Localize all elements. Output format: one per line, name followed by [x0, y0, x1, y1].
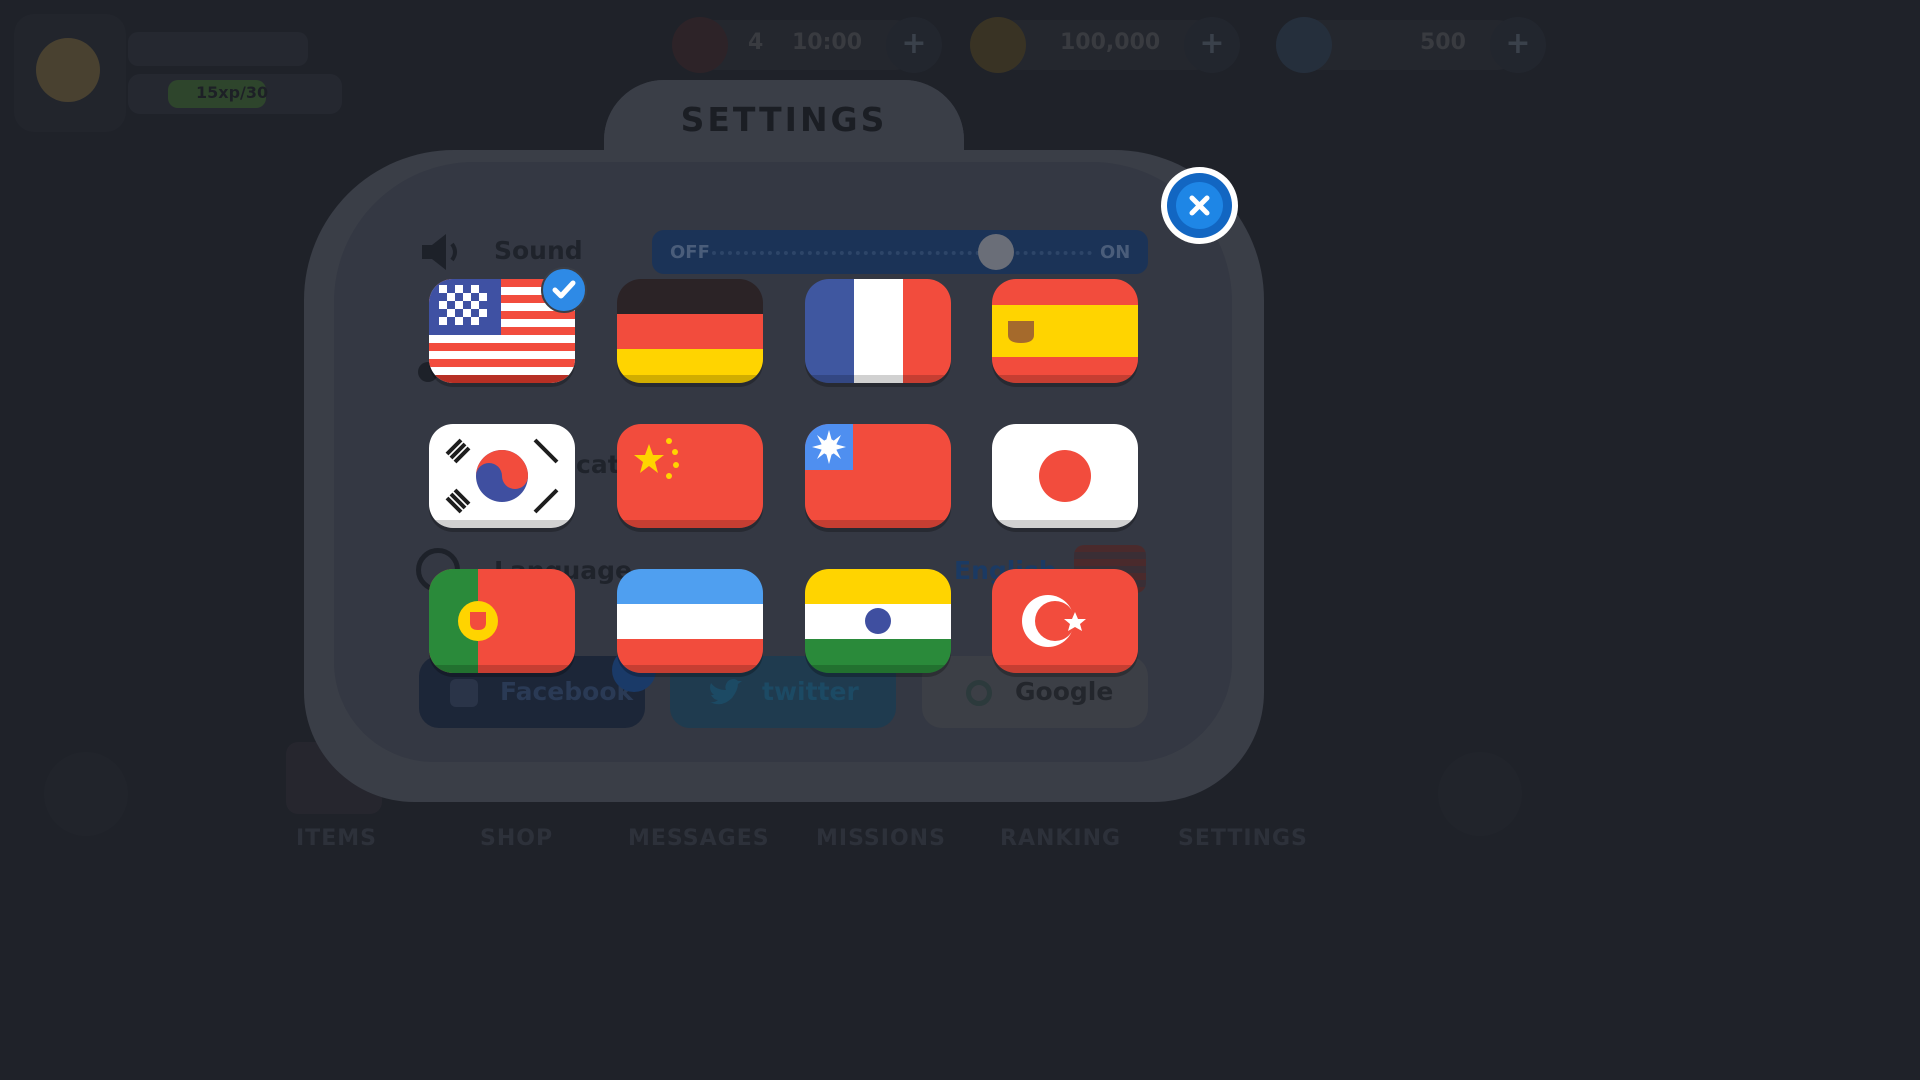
- add-lives-button[interactable]: +: [886, 17, 942, 73]
- check-icon: [552, 280, 576, 299]
- twitter-icon: [710, 679, 742, 705]
- twitter-label: twitter: [762, 677, 859, 706]
- turkey-flag-icon: [992, 569, 1138, 673]
- china-flag-icon: [617, 424, 763, 528]
- google-label: Google: [1015, 677, 1114, 706]
- nav-missions[interactable]: MISSIONS: [816, 826, 946, 851]
- sound-label: Sound: [494, 236, 583, 265]
- india-flag-icon: [805, 569, 951, 673]
- taiwan-flag-icon: [805, 424, 951, 528]
- flag-china[interactable]: [617, 424, 763, 528]
- close-icon: [1189, 195, 1210, 216]
- flag-india[interactable]: [805, 569, 951, 673]
- gems-amount: 500: [1420, 30, 1466, 55]
- facebook-corner-button[interactable]: [1438, 752, 1522, 836]
- profile-button[interactable]: [44, 752, 128, 836]
- gem-icon: [1276, 17, 1332, 73]
- france-flag-icon: [805, 279, 951, 383]
- flag-france[interactable]: [805, 279, 951, 383]
- facebook-label: Facebook: [500, 677, 634, 706]
- flag-turkey[interactable]: [992, 569, 1138, 673]
- nav-shop[interactable]: SHOP: [480, 826, 553, 851]
- toggle-off-label: OFF: [670, 242, 710, 263]
- nav-messages[interactable]: MESSAGES: [628, 826, 770, 851]
- toggle-knob[interactable]: [978, 234, 1014, 270]
- add-coins-button[interactable]: +: [1184, 17, 1240, 73]
- heart-icon: [672, 17, 728, 73]
- flag-japan[interactable]: [992, 424, 1138, 528]
- level-progress-text: 15xp/30: [196, 83, 269, 102]
- germany-flag-icon: [617, 279, 763, 383]
- flag-germany[interactable]: [617, 279, 763, 383]
- flag-serbia[interactable]: [617, 569, 763, 673]
- player-name-bar: [128, 32, 308, 66]
- speaker-icon: [422, 234, 457, 270]
- coins-amount: 100,000: [1060, 30, 1161, 55]
- facebook-icon: [450, 679, 478, 707]
- lives-count: 4: [748, 30, 764, 55]
- close-button-core: [1176, 182, 1223, 229]
- portugal-flag-icon: [429, 569, 575, 673]
- toggle-on-label: ON: [1100, 242, 1131, 263]
- flag-south-korea[interactable]: [429, 424, 575, 528]
- flag-portugal[interactable]: [429, 569, 575, 673]
- selected-checkmark: [541, 267, 587, 313]
- nav-ranking[interactable]: RANKING: [1000, 826, 1121, 851]
- serbia-flag-icon: [617, 569, 763, 673]
- page-title: SETTINGS: [680, 100, 888, 139]
- coin-icon: [970, 17, 1026, 73]
- avatar: [36, 38, 100, 102]
- south-korea-flag-icon: [429, 424, 575, 528]
- flag-taiwan[interactable]: [805, 424, 951, 528]
- nav-settings[interactable]: SETTINGS: [1178, 826, 1308, 851]
- google-icon: [966, 680, 992, 706]
- japan-flag-icon: [992, 424, 1138, 528]
- spain-flag-icon: [992, 279, 1138, 383]
- toggle-track-dots: [712, 251, 1092, 259]
- lives-timer: 10:00: [792, 30, 863, 55]
- nav-items[interactable]: ITEMS: [296, 826, 377, 851]
- notifications-label-fragment: cat: [576, 450, 620, 479]
- flag-spain[interactable]: [992, 279, 1138, 383]
- add-gems-button[interactable]: +: [1490, 17, 1546, 73]
